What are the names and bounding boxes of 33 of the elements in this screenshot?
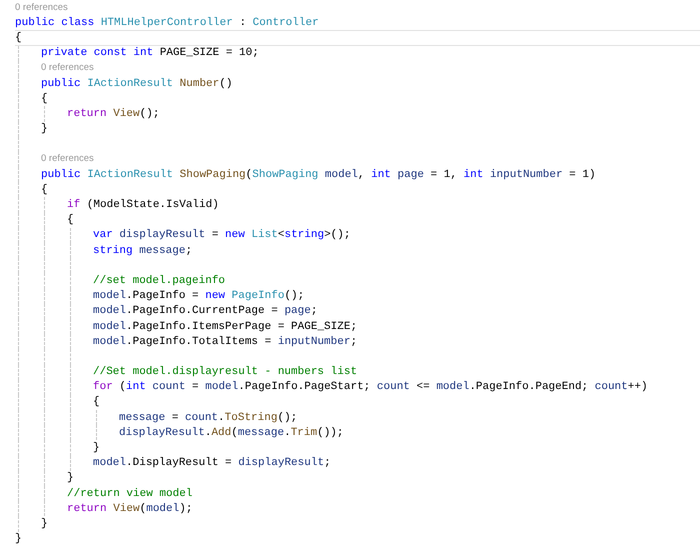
code-line: model.PageInfo.CurrentPage = page; [93,304,318,319]
code-line: public IActionResult Number() [41,76,234,92]
code-line: } [67,471,75,486]
code-line: private const int PAGE_SIZE = 10; [41,46,260,61]
code-line: model.DisplayResult = displayResult; [93,456,332,471]
code-line: displayResult.Add(message.Trim()); [119,426,344,440]
code-line: { [67,213,75,228]
code-line: } [93,441,101,456]
code-line: string message; [93,244,194,258]
code-line: public IActionResult ShowPaging(ShowPaging model, int page = 1, int inputNumber = 1) [41,168,597,182]
code-line: } [15,532,23,547]
code-line: return View(); [67,106,160,122]
code-line: { [41,92,49,106]
code-line: { [41,182,49,198]
code-line: //Set model.displayresult - numbers list [93,365,358,380]
references-link[interactable]: 0 references [41,153,94,166]
code-line: { [15,30,700,46]
code-line: return View(model); [67,502,194,516]
code-line: } [41,122,49,137]
code-line: model.PageInfo = new PageInfo(); [93,289,306,304]
code-line: //set model.pageinfo [93,274,226,289]
code-line: for (int count = model.PageInfo.PageStart; count <= model.PageInfo.PageEnd; count++) [93,380,649,395]
code-line: //return view model [67,486,194,502]
code-line: model.PageInfo.TotalItems = inputNumber; [93,334,358,350]
code-line: } [41,516,49,532]
code-line: if (ModelState.IsValid) [67,198,220,213]
references-link[interactable]: 0 references [15,2,68,14]
code-line: message = count.ToString(); [119,410,298,426]
code-line: model.PageInfo.ItemsPerPage = PAGE_SIZE; [93,320,358,334]
code-line: var displayResult = new List<string>(); [93,228,352,243]
code-line: { [93,395,101,410]
code-line: public class HTMLHelperController : Controller [15,16,320,30]
references-link[interactable]: 0 references [41,62,94,74]
